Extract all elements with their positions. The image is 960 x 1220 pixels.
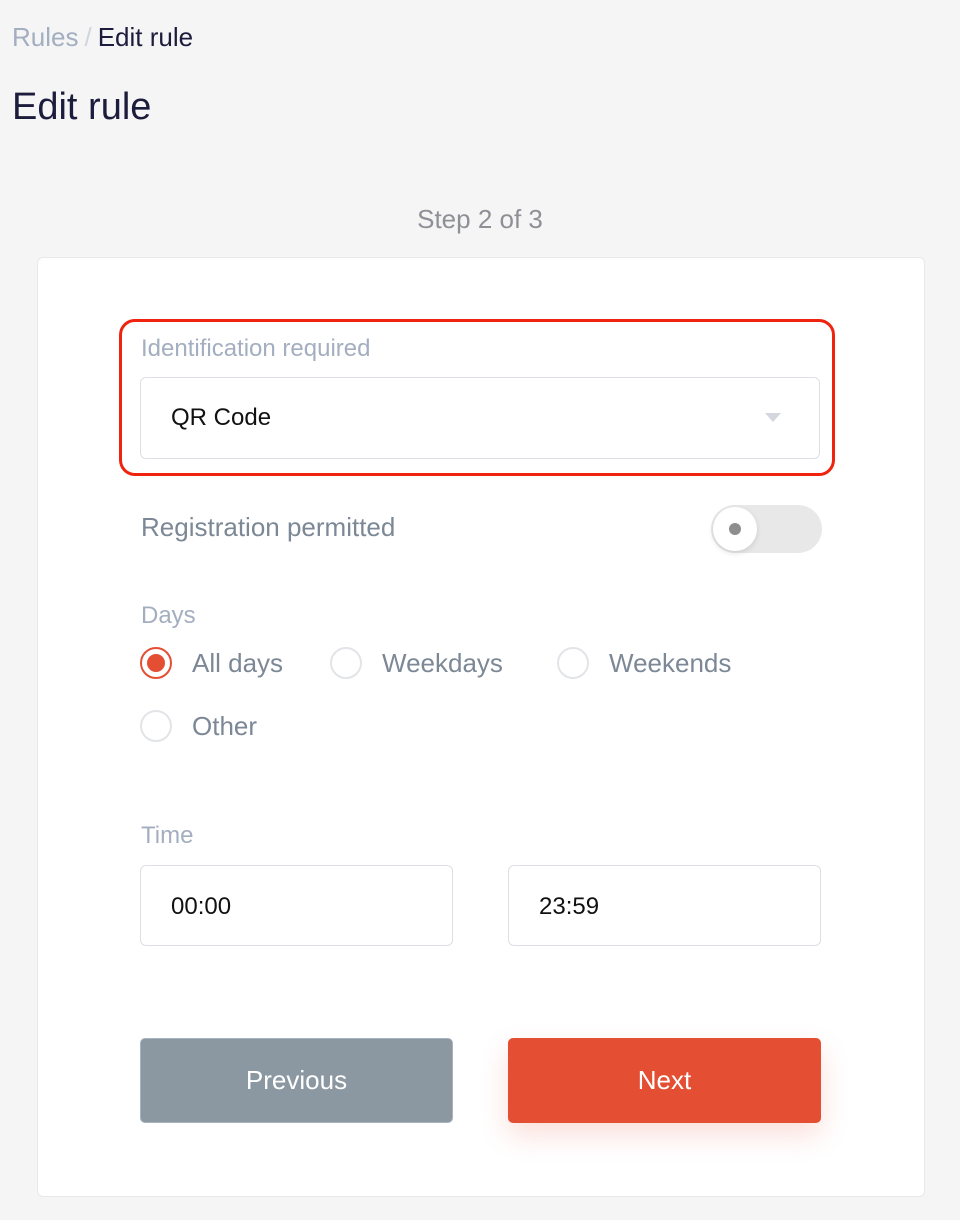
- end-time-value: 23:59: [539, 893, 600, 920]
- radio-all-days[interactable]: All days: [140, 647, 283, 679]
- registration-toggle[interactable]: [711, 505, 822, 553]
- caret-down-icon: [765, 413, 781, 422]
- breadcrumb-separator: /: [84, 22, 92, 52]
- start-time-value: 00:00: [171, 893, 232, 920]
- breadcrumb: Rules / Edit rule: [12, 22, 193, 53]
- radio-label: Other: [192, 710, 258, 741]
- start-time-input[interactable]: 00:00: [140, 865, 453, 946]
- toggle-dot-icon: [729, 523, 741, 535]
- radio-unchecked-icon: [330, 647, 362, 679]
- radio-label: Weekdays: [382, 647, 503, 678]
- toggle-knob: [713, 507, 757, 551]
- next-button[interactable]: Next: [508, 1038, 821, 1123]
- radio-other[interactable]: Other: [140, 710, 257, 742]
- identification-value: QR Code: [171, 404, 272, 431]
- previous-button[interactable]: Previous: [140, 1038, 453, 1123]
- radio-weekdays[interactable]: Weekdays: [330, 647, 503, 679]
- registration-label: Registration permitted: [141, 512, 396, 542]
- radio-unchecked-icon: [557, 647, 589, 679]
- radio-checked-icon: [140, 647, 172, 679]
- breadcrumb-rules-link[interactable]: Rules: [12, 22, 78, 52]
- time-label: Time: [141, 822, 194, 849]
- breadcrumb-current: Edit rule: [97, 22, 194, 52]
- end-time-input[interactable]: 23:59: [508, 865, 821, 946]
- page-title: Edit rule: [12, 86, 152, 128]
- radio-weekends[interactable]: Weekends: [557, 647, 731, 679]
- radio-unchecked-icon: [140, 710, 172, 742]
- identification-label: Identification required: [141, 335, 371, 362]
- radio-label: All days: [192, 647, 284, 678]
- step-indicator: Step 2 of 3: [417, 204, 543, 234]
- radio-label: Weekends: [609, 647, 732, 678]
- days-label: Days: [141, 602, 196, 629]
- identification-select[interactable]: QR Code: [140, 377, 820, 459]
